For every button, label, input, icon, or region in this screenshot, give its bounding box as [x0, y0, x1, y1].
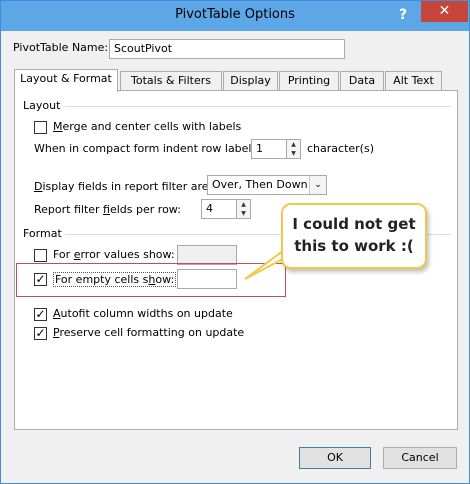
display-filter-area-value: Over, Then Down	[212, 178, 308, 191]
checkmark-icon: ✓	[35, 307, 46, 321]
preserve-formatting-checkbox[interactable]: ✓	[34, 327, 47, 340]
report-filter-fields-label: Report filter fields per row:	[34, 203, 181, 216]
checkmark-icon: ✓	[35, 326, 46, 340]
pivottable-name-label-text: PivotTable Name:	[13, 41, 109, 54]
title-bar[interactable]: PivotTable Options ? ✕	[1, 1, 469, 31]
tab-layout-format[interactable]: Layout & Format	[14, 69, 118, 92]
close-button[interactable]: ✕	[421, 1, 468, 22]
spin-down-icon[interactable]: ▼	[237, 209, 250, 218]
tab-display[interactable]: Display	[223, 71, 278, 91]
callout-bubble: I could not get this to work :(	[281, 203, 427, 269]
tab-data[interactable]: Data	[340, 71, 384, 91]
pivottable-name-label: PivotTable Name:	[13, 41, 108, 54]
indent-spinner[interactable]: ▲ ▼	[286, 139, 301, 159]
autofit-columns-label: Autofit column widths on update	[53, 307, 233, 320]
indent-unit-label: character(s)	[307, 142, 374, 155]
spin-down-icon[interactable]: ▼	[287, 149, 300, 158]
layout-group-title: Layout	[23, 99, 61, 112]
pivottable-name-input[interactable]: ScoutPivot	[109, 39, 345, 59]
spin-up-icon[interactable]: ▲	[287, 140, 300, 149]
tab-totals-filters[interactable]: Totals & Filters	[120, 71, 222, 91]
display-filter-area-label: Display fields in report filter area:	[34, 180, 219, 193]
preserve-formatting-label: Preserve cell formatting on update	[53, 326, 245, 339]
error-values-label: For error values show:	[53, 248, 175, 261]
indent-row-labels-label: When in compact form indent row labels:	[34, 142, 261, 155]
spin-up-icon[interactable]: ▲	[237, 200, 250, 209]
autofit-columns-checkbox[interactable]: ✓	[34, 308, 47, 321]
fields-per-row-spinner[interactable]: ▲ ▼	[236, 199, 251, 219]
fields-per-row-input[interactable]: 4	[201, 199, 237, 219]
tab-alt-text[interactable]: Alt Text	[385, 71, 442, 91]
pivottable-options-dialog: PivotTable Options ? ✕ PivotTable Name: …	[0, 0, 470, 484]
help-button[interactable]: ?	[393, 5, 413, 25]
error-values-input[interactable]	[177, 245, 237, 265]
ok-button[interactable]: OK	[299, 447, 371, 469]
indent-value-input[interactable]: 1	[251, 139, 287, 159]
callout-text: I could not get this to work :(	[292, 215, 416, 255]
layout-group-divider	[65, 106, 451, 107]
chevron-down-icon[interactable]: ⌄	[309, 176, 326, 194]
merge-center-checkbox[interactable]	[34, 121, 47, 134]
tab-printing[interactable]: Printing	[279, 71, 339, 91]
merge-center-label: Merge and center cells with labels	[53, 120, 242, 133]
error-values-checkbox[interactable]	[34, 249, 47, 262]
cancel-button[interactable]: Cancel	[383, 447, 457, 469]
format-group-title: Format	[23, 227, 62, 240]
close-icon: ✕	[438, 3, 451, 19]
